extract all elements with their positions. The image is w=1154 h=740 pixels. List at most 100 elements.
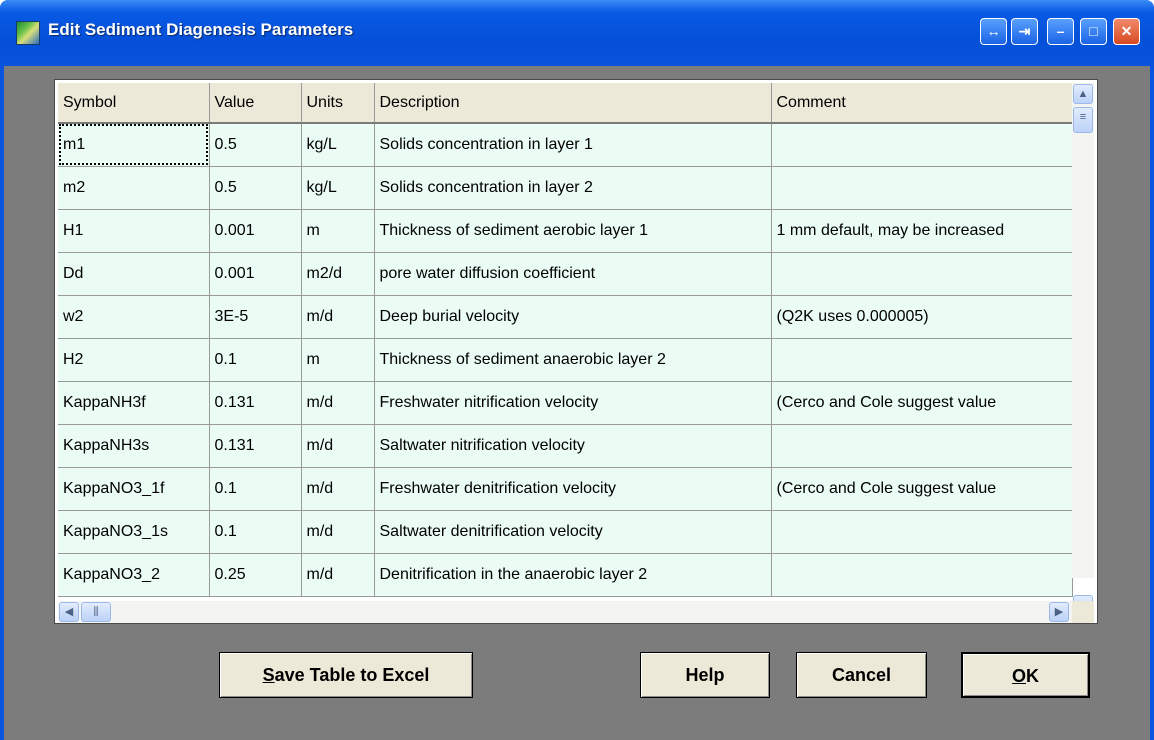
table-row[interactable]: m1 0.5 kg/L Solids concentration in layer 1 — [58, 123, 1073, 167]
cell-comment[interactable]: 1 mm default, may be increased — [771, 209, 1073, 253]
cell-description[interactable]: Thickness of sediment anaerobic layer 2 — [374, 338, 772, 382]
ok-button[interactable]: OK — [961, 652, 1090, 698]
cell-units[interactable]: m/d — [301, 553, 375, 597]
cell-symbol[interactable]: Dd — [58, 252, 210, 296]
cell-value[interactable]: 0.5 — [209, 123, 302, 167]
cell-symbol[interactable]: m2 — [58, 166, 210, 210]
cell-value[interactable]: 0.1 — [209, 510, 302, 554]
vertical-scrollbar[interactable]: ▲ ≡ ▼ — [1072, 83, 1094, 615]
title-bar[interactable]: Edit Sediment Diagenesis Parameters ↔ ⇥ … — [0, 0, 1154, 66]
export-icon[interactable]: ⇥ — [1011, 18, 1038, 45]
cell-comment[interactable] — [771, 252, 1073, 296]
cell-comment[interactable]: (Q2K uses 0.000005) — [771, 295, 1073, 339]
cell-description[interactable]: Solids concentration in layer 1 — [374, 123, 772, 167]
table-row[interactable]: H2 0.1 m Thickness of sediment anaerobic la… — [58, 338, 1073, 382]
cancel-button[interactable]: Cancel — [796, 652, 927, 698]
window-title: Edit Sediment Diagenesis Parameters — [48, 20, 354, 39]
horizontal-scroll-thumb[interactable]: ⫼ — [81, 602, 111, 622]
cell-description[interactable]: Thickness of sediment aerobic layer 1 — [374, 209, 772, 253]
scroll-right-icon[interactable]: ▶ — [1049, 602, 1069, 622]
cell-comment[interactable] — [771, 166, 1073, 210]
column-header-value[interactable]: Value — [209, 83, 302, 124]
cell-units[interactable]: m2/d — [301, 252, 375, 296]
scrollbar-corner — [1072, 601, 1094, 623]
cell-value[interactable]: 0.131 — [209, 381, 302, 425]
horizontal-scrollbar[interactable]: ◀ ⫼ ▶ — [58, 601, 1072, 623]
cell-description[interactable]: Saltwater nitrification velocity — [374, 424, 772, 468]
cell-units[interactable]: m/d — [301, 295, 375, 339]
cell-units[interactable]: m/d — [301, 510, 375, 554]
cell-description[interactable]: Freshwater nitrification velocity — [374, 381, 772, 425]
close-icon[interactable]: ✕ — [1113, 18, 1140, 45]
cell-symbol[interactable]: KappaNH3f — [58, 381, 210, 425]
table-row[interactable]: w2 3E-5 m/d Deep burial velocity (Q2K uses 0… — [58, 295, 1073, 339]
header-row: Symbol Value Units Description Comment — [58, 83, 1073, 124]
parameters-table: Symbol Value Units Description Comment m… — [58, 83, 1073, 597]
arrows-icon[interactable]: ↔ — [980, 18, 1007, 45]
cell-description[interactable]: Denitrification in the anaerobic layer 2 — [374, 553, 772, 597]
cell-symbol[interactable]: w2 — [58, 295, 210, 339]
table-row[interactable]: Dd 0.001 m2/d pore water diffusion coeffici… — [58, 252, 1073, 296]
cell-units[interactable]: m/d — [301, 381, 375, 425]
cell-description[interactable]: Solids concentration in layer 2 — [374, 166, 772, 210]
column-header-symbol[interactable]: Symbol — [58, 83, 210, 124]
cell-value[interactable]: 3E-5 — [209, 295, 302, 339]
dialog-window: Edit Sediment Diagenesis Parameters ↔ ⇥ … — [0, 0, 1154, 740]
cell-description[interactable]: Saltwater denitrification velocity — [374, 510, 772, 554]
cell-symbol[interactable]: KappaNO3_1s — [58, 510, 210, 554]
save-mnemonic: S — [262, 665, 275, 685]
save-label: ave Table to Excel — [274, 665, 430, 685]
help-button[interactable]: Help — [640, 652, 770, 698]
table-row[interactable]: m2 0.5 kg/L Solids concentration in layer 2 — [58, 166, 1073, 210]
cell-comment[interactable] — [771, 553, 1073, 597]
cell-value[interactable]: 0.1 — [209, 467, 302, 511]
cell-symbol[interactable]: m1 — [58, 123, 210, 167]
cell-value[interactable]: 0.1 — [209, 338, 302, 382]
minimize-icon[interactable]: – — [1047, 18, 1074, 45]
cell-description[interactable]: Deep burial velocity — [374, 295, 772, 339]
table-row[interactable]: KappaNO3_1s 0.1 m/d Saltwater denitrificati… — [58, 510, 1073, 554]
cell-value[interactable]: 0.131 — [209, 424, 302, 468]
dialog-body: Symbol Value Units Description Comment m… — [4, 66, 1150, 740]
save-table-to-excel-button[interactable]: Save Table to Excel — [219, 652, 473, 698]
column-header-comment[interactable]: Comment — [771, 83, 1073, 124]
column-header-units[interactable]: Units — [301, 83, 375, 124]
cell-units[interactable]: m/d — [301, 467, 375, 511]
cell-comment[interactable] — [771, 338, 1073, 382]
cell-description[interactable]: pore water diffusion coefficient — [374, 252, 772, 296]
cell-comment[interactable] — [771, 424, 1073, 468]
cell-value[interactable]: 0.25 — [209, 553, 302, 597]
parameters-grid[interactable]: Symbol Value Units Description Comment m… — [54, 79, 1098, 624]
scroll-up-icon[interactable]: ▲ — [1073, 84, 1093, 104]
column-header-description[interactable]: Description — [374, 83, 772, 124]
table-row[interactable]: H1 0.001 m Thickness of sediment aerobic la… — [58, 209, 1073, 253]
table-row[interactable]: KappaNH3s 0.131 m/d Saltwater nitrification… — [58, 424, 1073, 468]
cell-units[interactable]: m — [301, 338, 375, 382]
table-row[interactable]: KappaNO3_2 0.25 m/d Denitrification in the … — [58, 553, 1073, 597]
ok-mnemonic: O — [1011, 666, 1026, 686]
app-icon — [16, 21, 40, 45]
cell-units[interactable]: kg/L — [301, 123, 375, 167]
scroll-left-icon[interactable]: ◀ — [59, 602, 79, 622]
ok-label: K — [1026, 666, 1039, 686]
cell-symbol[interactable]: KappaNO3_1f — [58, 467, 210, 511]
cell-comment[interactable]: (Cerco and Cole suggest value — [771, 381, 1073, 425]
maximize-icon[interactable]: □ — [1080, 18, 1107, 45]
cell-comment[interactable] — [771, 510, 1073, 554]
table-row[interactable]: KappaNH3f 0.131 m/d Freshwater nitrificatio… — [58, 381, 1073, 425]
cell-description[interactable]: Freshwater denitrification velocity — [374, 467, 772, 511]
scroll-thumb[interactable]: ≡ — [1073, 107, 1093, 133]
cell-symbol[interactable]: KappaNH3s — [58, 424, 210, 468]
cell-comment[interactable] — [771, 123, 1073, 167]
cell-comment[interactable]: (Cerco and Cole suggest value — [771, 467, 1073, 511]
table-row[interactable]: KappaNO3_1f 0.1 m/d Freshwater denitrificat… — [58, 467, 1073, 511]
cell-symbol[interactable]: H2 — [58, 338, 210, 382]
cell-value[interactable]: 0.5 — [209, 166, 302, 210]
cell-value[interactable]: 0.001 — [209, 252, 302, 296]
cell-units[interactable]: kg/L — [301, 166, 375, 210]
cell-symbol[interactable]: KappaNO3_2 — [58, 553, 210, 597]
cell-units[interactable]: m — [301, 209, 375, 253]
cell-value[interactable]: 0.001 — [209, 209, 302, 253]
cell-units[interactable]: m/d — [301, 424, 375, 468]
cell-symbol[interactable]: H1 — [58, 209, 210, 253]
